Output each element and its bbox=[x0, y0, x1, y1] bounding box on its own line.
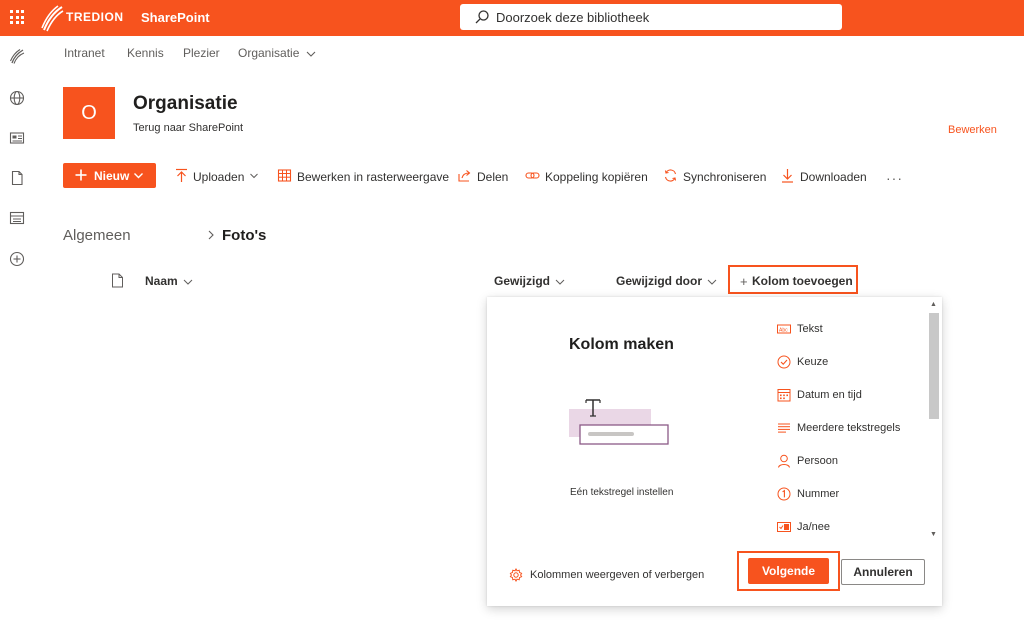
search-input[interactable]: Doorzoek deze bibliotheek bbox=[496, 10, 649, 25]
cancel-button[interactable]: Annuleren bbox=[841, 559, 925, 585]
app-launcher-icon[interactable] bbox=[10, 10, 24, 24]
column-type-label: Datum en tijd bbox=[797, 389, 862, 401]
site-title[interactable]: Organisatie bbox=[133, 93, 238, 115]
list-icon[interactable] bbox=[9, 210, 25, 226]
edit-link[interactable]: Bewerken bbox=[948, 124, 997, 136]
tredion-logo-icon[interactable] bbox=[9, 48, 25, 64]
new-button-label: Nieuw bbox=[94, 169, 130, 183]
search-icon bbox=[475, 10, 489, 24]
column-header-name[interactable]: Naam bbox=[145, 274, 193, 288]
chevron-down-icon bbox=[707, 279, 717, 285]
copy-link-label: Koppeling kopiëren bbox=[545, 170, 648, 184]
grid-edit-label: Bewerken in rasterweergave bbox=[297, 170, 450, 184]
tredion-logo-icon bbox=[41, 5, 64, 32]
person-icon bbox=[778, 454, 790, 468]
hubnav-item-kennis[interactable]: Kennis bbox=[127, 46, 164, 60]
text-field-illustration bbox=[569, 399, 669, 445]
next-button-highlight: Volgende bbox=[737, 551, 840, 591]
number-icon bbox=[777, 487, 791, 501]
sync-button[interactable]: Synchroniseren bbox=[663, 167, 767, 185]
column-type-text[interactable]: Abc Tekst bbox=[777, 321, 927, 339]
hubnav-item-organisatie[interactable]: Organisatie bbox=[238, 46, 299, 60]
breadcrumb-root[interactable]: Algemeen bbox=[63, 227, 131, 244]
document-icon[interactable] bbox=[9, 170, 25, 186]
grid-edit-button[interactable]: Bewerken in rasterweergave bbox=[277, 167, 449, 185]
add-column-label: Kolom toevoegen bbox=[752, 274, 853, 288]
column-modified-by-label: Gewijzigd door bbox=[616, 274, 702, 288]
show-hide-columns-label: Kolommen weergeven of verbergen bbox=[530, 569, 705, 581]
plus-icon bbox=[75, 169, 87, 181]
chevron-down-icon bbox=[183, 279, 193, 285]
new-button[interactable]: Nieuw bbox=[63, 163, 156, 188]
preview-caption: Eén tekstregel instellen bbox=[570, 487, 674, 498]
column-type-label: Meerdere tekstregels bbox=[797, 422, 901, 434]
breadcrumb-current: Foto's bbox=[222, 227, 267, 244]
column-type-label: Persoon bbox=[797, 455, 838, 467]
chevron-down-icon bbox=[250, 173, 258, 179]
column-type-yesno[interactable]: Ja/nee bbox=[777, 519, 927, 537]
multiline-text-icon bbox=[778, 423, 790, 433]
chevron-down-icon bbox=[134, 173, 143, 179]
column-header-modified[interactable]: Gewijzigd bbox=[494, 274, 565, 288]
file-type-icon[interactable] bbox=[111, 273, 124, 288]
column-header-modified-by[interactable]: Gewijzigd door bbox=[616, 274, 717, 288]
column-type-number[interactable]: Nummer bbox=[777, 486, 927, 504]
sync-label: Synchroniseren bbox=[683, 170, 767, 184]
column-type-label: Ja/nee bbox=[797, 521, 831, 533]
chevron-right-icon bbox=[208, 230, 214, 240]
download-button[interactable]: Downloaden bbox=[780, 167, 870, 185]
hubnav-item-plezier[interactable]: Plezier bbox=[183, 46, 220, 60]
download-icon bbox=[782, 169, 793, 183]
upload-label: Uploaden bbox=[193, 170, 245, 184]
hubnav-item-intranet[interactable]: Intranet bbox=[64, 46, 105, 60]
scroll-down-icon[interactable]: ▼ bbox=[930, 531, 937, 538]
column-type-label: Tekst bbox=[797, 323, 823, 335]
column-type-choice[interactable]: Keuze bbox=[777, 354, 927, 372]
link-icon bbox=[525, 172, 540, 179]
share-label: Delen bbox=[477, 170, 509, 184]
scroll-up-icon[interactable]: ▲ bbox=[930, 301, 937, 308]
scrollbar[interactable]: ▲ ▼ bbox=[928, 299, 939, 542]
app-bar bbox=[0, 36, 34, 637]
share-button[interactable]: Delen bbox=[457, 167, 512, 185]
upload-icon bbox=[176, 168, 187, 182]
app-name[interactable]: SharePoint bbox=[141, 10, 210, 25]
add-circle-icon[interactable] bbox=[9, 251, 25, 267]
text-field-icon: Abc bbox=[777, 324, 791, 334]
scrollbar-thumb[interactable] bbox=[929, 313, 939, 419]
suite-header: TREDION SharePoint Doorzoek deze bibliot… bbox=[0, 0, 1024, 36]
panel-title: Kolom maken bbox=[569, 336, 674, 353]
upload-button[interactable]: Uploaden bbox=[174, 167, 264, 185]
column-type-person[interactable]: Persoon bbox=[777, 453, 927, 471]
grid-icon bbox=[277, 169, 292, 182]
news-icon[interactable] bbox=[9, 130, 25, 146]
gear-icon bbox=[509, 568, 523, 582]
toggle-icon bbox=[777, 522, 791, 532]
choice-check-icon bbox=[777, 355, 791, 369]
column-name-label: Naam bbox=[145, 274, 178, 288]
create-column-panel: Kolom maken Eén tekstregel instellen Abc… bbox=[487, 297, 942, 606]
chevron-down-icon[interactable] bbox=[305, 48, 317, 60]
share-icon bbox=[458, 170, 471, 182]
calendar-icon bbox=[777, 389, 791, 402]
brand-name: TREDION bbox=[66, 10, 124, 24]
download-label: Downloaden bbox=[800, 170, 867, 184]
column-modified-label: Gewijzigd bbox=[494, 274, 551, 288]
next-button[interactable]: Volgende bbox=[748, 558, 829, 584]
globe-icon[interactable] bbox=[9, 90, 25, 106]
column-type-label: Nummer bbox=[797, 488, 840, 500]
chevron-down-icon bbox=[555, 279, 565, 285]
sync-icon bbox=[664, 169, 677, 182]
column-type-label: Keuze bbox=[797, 356, 829, 368]
site-logo[interactable]: O bbox=[63, 87, 115, 139]
plus-icon: + bbox=[740, 274, 748, 289]
copy-link-button[interactable]: Koppeling kopiëren bbox=[525, 167, 650, 185]
more-options-icon[interactable]: ··· bbox=[886, 170, 903, 186]
column-type-datetime[interactable]: Datum en tijd bbox=[777, 387, 927, 405]
search-box[interactable]: Doorzoek deze bibliotheek bbox=[460, 4, 842, 30]
site-subtitle[interactable]: Terug naar SharePoint bbox=[133, 122, 243, 134]
svg-text:Abc: Abc bbox=[779, 328, 788, 334]
column-type-multiline[interactable]: Meerdere tekstregels bbox=[777, 420, 927, 438]
add-column-button[interactable]: + Kolom toevoegen bbox=[728, 265, 858, 294]
